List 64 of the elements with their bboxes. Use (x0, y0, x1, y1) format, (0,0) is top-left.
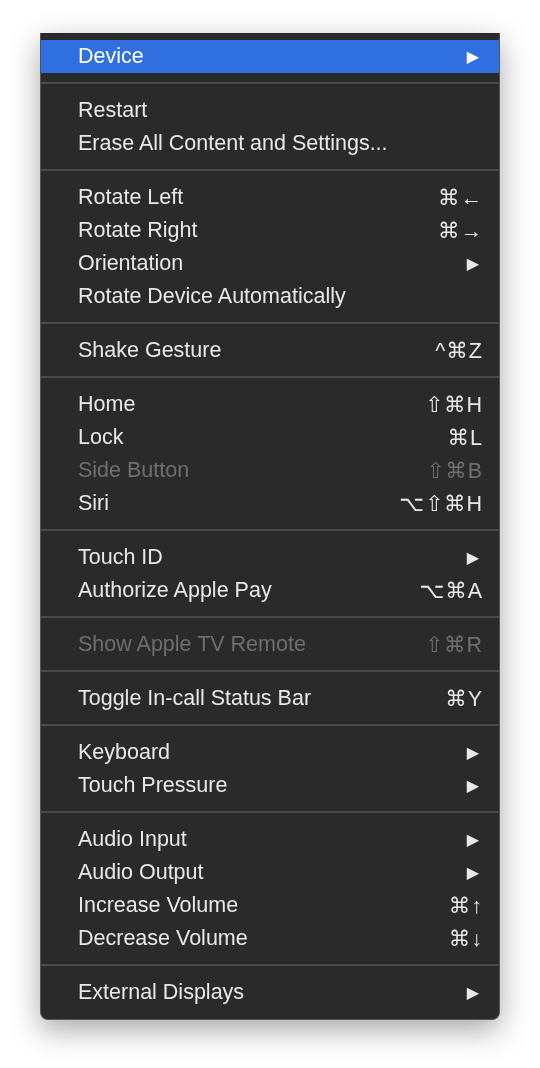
menu-item-label: Restart (78, 98, 149, 123)
menu-item[interactable]: Lock ⌘L (41, 421, 499, 454)
submenu-arrow: ▶ (466, 983, 480, 1002)
menu-item[interactable]: Home ⇧⌘H (41, 388, 499, 421)
submenu-arrow: ▶ (466, 863, 480, 882)
menu-item[interactable]: Shake Gesture ^⌘Z (41, 334, 499, 367)
keyboard-shortcut: ⌘L (447, 424, 483, 451)
keyboard-shortcut: ⌘← (438, 184, 483, 211)
keyboard-shortcut: ⇧⌘B (426, 457, 483, 484)
submenu-arrow: ▶ (466, 548, 480, 567)
menu-item[interactable]: Rotate Device Automatically (41, 280, 499, 313)
menu-item-label: Increase Volume (78, 893, 240, 918)
keyboard-shortcut: ⌥⇧⌘H (399, 490, 483, 517)
menu-item-label: Show Apple TV Remote (78, 632, 307, 657)
keyboard-shortcut: ⌥⌘A (419, 577, 483, 604)
menu-item-label: Keyboard (78, 740, 172, 765)
menu-item-label: Home (78, 392, 137, 417)
keyboard-shortcut: ⌘↑ (448, 892, 483, 919)
menu-item[interactable]: Increase Volume ⌘↑ (41, 889, 499, 922)
menu-item-label: Decrease Volume (78, 926, 249, 951)
menu-item-label: Erase All Content and Settings... (78, 131, 389, 156)
menu-item[interactable]: Audio Output ▶ (41, 856, 499, 889)
menu-item[interactable]: Authorize Apple Pay ⌥⌘A (41, 574, 499, 607)
keyboard-shortcut: ⇧⌘R (424, 631, 483, 658)
menu-item[interactable]: Device ▶ (41, 40, 499, 73)
menu-item[interactable]: Toggle In-call Status Bar ⌘Y (41, 682, 499, 715)
menu-item[interactable]: Touch Pressure ▶ (41, 769, 499, 802)
menu-item-label: Touch ID (78, 545, 164, 570)
keyboard-shortcut: ⌘Y (445, 685, 483, 712)
menu-item[interactable]: Rotate Left ⌘← (41, 181, 499, 214)
menu-item[interactable]: Touch ID ▶ (41, 541, 499, 574)
menu-item-label: Authorize Apple Pay (78, 578, 273, 603)
menu-item[interactable]: External Displays ▶ (41, 976, 499, 1009)
menu-item[interactable]: Rotate Right ⌘→ (41, 214, 499, 247)
menu-item-label: Shake Gesture (78, 338, 223, 363)
menu-item[interactable]: Restart (41, 94, 499, 127)
menu-item-label: Audio Input (78, 827, 188, 852)
menu-item[interactable]: Orientation ▶ (41, 247, 499, 280)
menu-item-label: Siri (78, 491, 111, 516)
submenu-arrow: ▶ (466, 776, 480, 795)
keyboard-shortcut: ⇧⌘H (424, 391, 483, 418)
menu-item[interactable]: Erase All Content and Settings... (41, 127, 499, 160)
menu-item-label: Toggle In-call Status Bar (78, 686, 313, 711)
submenu-arrow: ▶ (466, 830, 480, 849)
keyboard-shortcut: ^⌘Z (435, 337, 483, 364)
submenu-arrow: ▶ (466, 47, 480, 66)
menu-item[interactable]: Siri ⌥⇧⌘H (41, 487, 499, 520)
submenu-arrow: ▶ (466, 254, 480, 273)
menu-item-label: Rotate Left (78, 185, 185, 210)
keyboard-shortcut: ⌘→ (438, 217, 483, 244)
menu-item-label: Rotate Right (78, 218, 199, 243)
menu-item[interactable]: Audio Input ▶ (41, 823, 499, 856)
submenu-arrow: ▶ (466, 743, 480, 762)
menu-item-label: Device (78, 44, 145, 69)
menu-item[interactable]: Keyboard ▶ (41, 736, 499, 769)
menu-item[interactable]: Decrease Volume ⌘↓ (41, 922, 499, 955)
keyboard-shortcut: ⌘↓ (448, 925, 483, 952)
menu-item-label: Rotate Device Automatically (78, 284, 347, 309)
menu-item-label: External Displays (78, 980, 246, 1005)
menu-item-label: Lock (78, 425, 125, 450)
menu-item-label: Side Button (78, 458, 191, 483)
menu-item-label: Audio Output (78, 860, 205, 885)
menu-item-label: Touch Pressure (78, 773, 229, 798)
menu-item-label: Orientation (78, 251, 185, 276)
